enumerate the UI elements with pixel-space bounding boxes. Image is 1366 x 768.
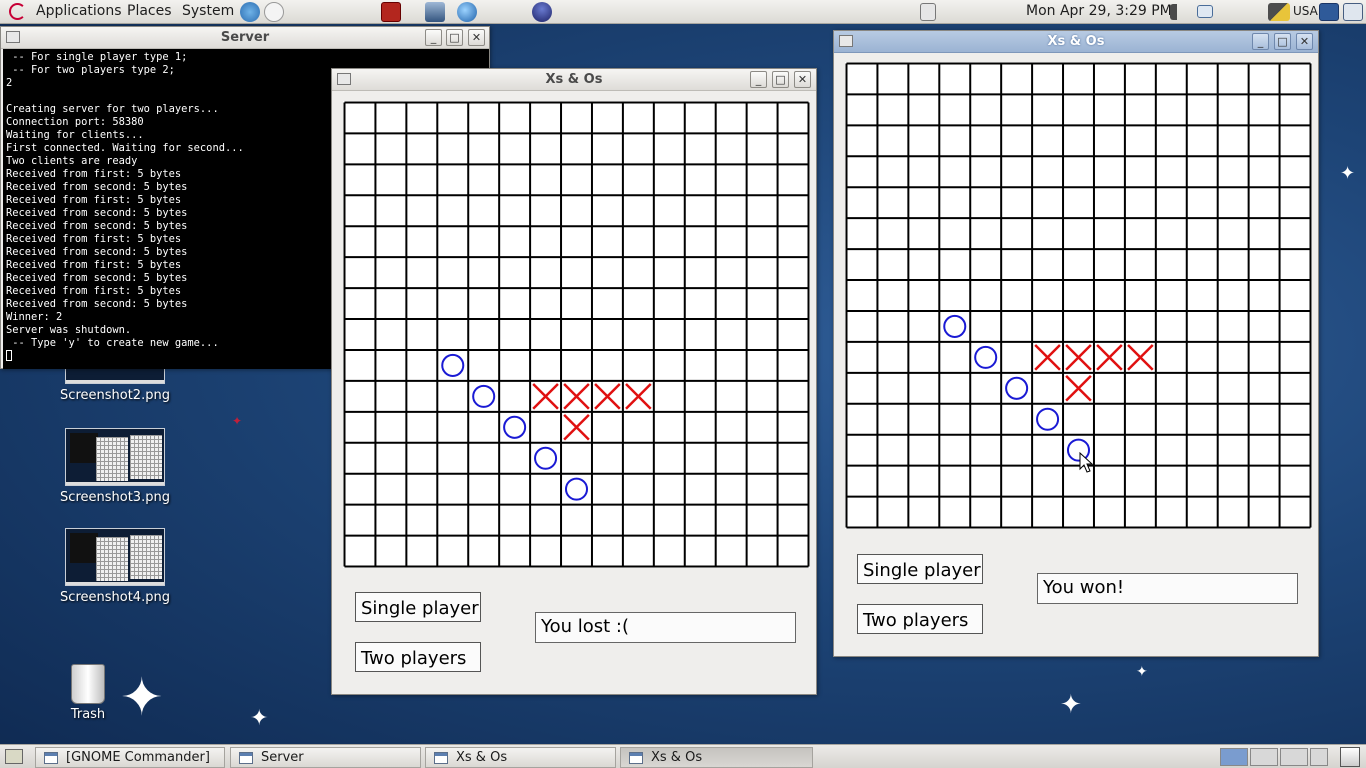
minimize-button[interactable]: _ <box>1252 33 1269 50</box>
two-players-button[interactable]: Two players <box>857 604 983 634</box>
network-icon[interactable] <box>1319 3 1339 21</box>
single-player-button[interactable]: Single player <box>857 554 983 584</box>
volume-icon[interactable] <box>1170 4 1188 20</box>
x-mark <box>1127 344 1154 371</box>
x-mark <box>1065 344 1092 371</box>
maximize-button[interactable]: □ <box>1274 33 1291 50</box>
maximize-button[interactable]: □ <box>446 29 463 46</box>
workspace-2[interactable] <box>1250 748 1278 766</box>
o-mark <box>974 345 998 369</box>
window-icon <box>629 752 643 764</box>
star-decoration: ✦ <box>250 706 269 731</box>
x-mark <box>594 383 621 410</box>
window-icon <box>239 752 253 764</box>
two-players-button[interactable]: Two players <box>355 642 481 672</box>
o-mark <box>472 384 496 408</box>
clock[interactable]: Mon Apr 29, 3:29 PM <box>1026 3 1172 19</box>
window-list-icon[interactable] <box>1197 5 1213 18</box>
update-notifier-icon[interactable] <box>1343 3 1363 21</box>
trash-applet-icon[interactable] <box>1340 747 1360 767</box>
terminal-launcher-icon[interactable] <box>381 2 401 22</box>
x-mark <box>532 383 559 410</box>
eclipse-icon[interactable] <box>532 2 552 22</box>
keyboard-layout-indicator[interactable]: USA <box>1293 4 1318 18</box>
game-titlebar[interactable]: Xs & Os _ □ ✕ <box>834 31 1318 53</box>
window-icon <box>44 752 58 764</box>
taskbar-item-label: Xs & Os <box>651 750 703 765</box>
o-mark <box>441 353 465 377</box>
x-mark <box>1065 375 1092 402</box>
game-window-left: Xs & Os _ □ ✕ Single player Two players … <box>331 68 817 695</box>
workspace-4[interactable] <box>1310 748 1328 766</box>
taskbar-item-label: Xs & Os <box>456 750 508 765</box>
game-board[interactable] <box>343 101 810 568</box>
o-mark <box>943 314 967 338</box>
workspace-1[interactable] <box>1220 748 1248 766</box>
game-status-field: You won! <box>1037 573 1298 604</box>
x-mark <box>1096 344 1123 371</box>
x-mark <box>625 383 652 410</box>
game-status-field: You lost :( <box>535 612 796 643</box>
window-icon <box>434 752 448 764</box>
o-mark <box>1036 407 1060 431</box>
browser-icon[interactable] <box>457 2 477 22</box>
taskbar-item-server[interactable]: Server <box>230 747 421 768</box>
desktop-icon-label: Screenshot4.png <box>60 590 170 605</box>
top-panel: Applications Places System Mon Apr 29, 3… <box>0 0 1366 24</box>
o-mark <box>534 446 558 470</box>
taskbar-item-label: [GNOME Commander] <box>66 750 210 765</box>
star-decoration: ✦ <box>1340 163 1356 184</box>
terminal-cursor <box>6 350 12 361</box>
system-menu[interactable]: System <box>182 3 234 19</box>
game-window-right: Xs & Os _ □ ✕ Single player Two players … <box>833 30 1319 657</box>
workspace-3[interactable] <box>1280 748 1308 766</box>
applications-menu[interactable]: Applications <box>36 3 122 19</box>
keyboard-icon[interactable] <box>1268 3 1290 21</box>
o-mark <box>564 477 589 501</box>
single-player-button[interactable]: Single player <box>355 592 481 622</box>
taskbar-item-xs-os-2[interactable]: Xs & Os <box>620 747 813 768</box>
game-titlebar[interactable]: Xs & Os _ □ ✕ <box>332 69 816 91</box>
help-icon[interactable] <box>240 2 260 22</box>
trash-icon <box>71 664 105 704</box>
x-mark <box>1034 344 1061 371</box>
bottom-panel: [GNOME Commander] Server Xs & Os Xs & Os <box>0 744 1366 768</box>
star-decoration: ✦ <box>1136 664 1148 680</box>
window-title: Server <box>220 30 270 45</box>
window-title: Xs & Os <box>1047 34 1105 49</box>
minimize-button[interactable]: _ <box>425 29 442 46</box>
maximize-button[interactable]: □ <box>772 71 789 88</box>
close-button[interactable]: ✕ <box>1296 33 1313 50</box>
server-titlebar[interactable]: Server _ □ ✕ <box>1 27 489 49</box>
close-button[interactable]: ✕ <box>794 71 811 88</box>
places-menu[interactable]: Places <box>127 3 172 19</box>
desktop-icon-screenshot3[interactable]: Screenshot3.png <box>55 428 175 505</box>
show-desktop-icon[interactable] <box>5 749 23 764</box>
taskbar-item-xs-os-1[interactable]: Xs & Os <box>425 747 616 768</box>
mail-icon[interactable] <box>264 2 284 22</box>
image-thumbnail-icon <box>65 528 165 586</box>
desktop-icon-screenshot4[interactable]: Screenshot4.png <box>55 528 175 605</box>
usb-device-icon[interactable] <box>920 3 936 21</box>
minimize-button[interactable]: _ <box>750 71 767 88</box>
taskbar-item-gnome-commander[interactable]: [GNOME Commander] <box>35 747 225 768</box>
x-mark <box>563 414 590 441</box>
debian-logo-icon[interactable] <box>9 3 26 20</box>
taskbar-item-label: Server <box>261 750 304 765</box>
sysmon-icon[interactable] <box>425 2 445 22</box>
window-title: Xs & Os <box>545 72 603 87</box>
x-mark <box>563 383 590 410</box>
desktop-icon-trash[interactable]: Trash <box>28 664 148 722</box>
star-decoration: ✦ <box>1060 690 1082 720</box>
o-mark <box>1005 376 1029 400</box>
mouse-pointer-icon <box>1079 452 1093 473</box>
star-decoration: ✦ <box>232 414 243 428</box>
desktop-icon-label: Screenshot2.png <box>60 388 170 403</box>
desktop-icon-label: Trash <box>70 707 106 722</box>
o-mark <box>503 415 527 439</box>
close-button[interactable]: ✕ <box>468 29 485 46</box>
image-thumbnail-icon <box>65 428 165 486</box>
desktop-icon-label: Screenshot3.png <box>60 490 170 505</box>
